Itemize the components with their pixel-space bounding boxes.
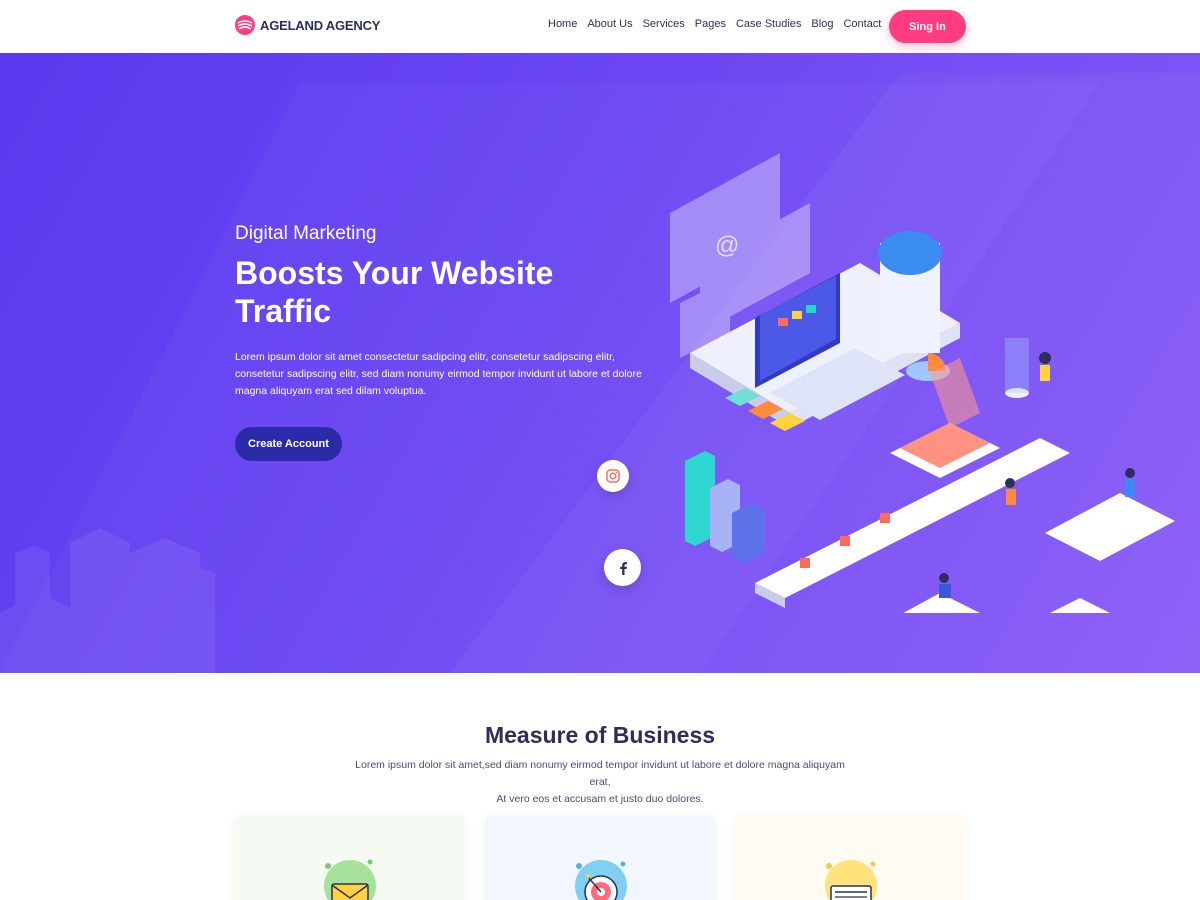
nav-home[interactable]: Home <box>548 18 577 30</box>
nav-contact[interactable]: Contact <box>843 18 881 30</box>
document-icon <box>825 860 877 900</box>
digital-marketing-illustration: @ <box>670 153 1175 613</box>
nav-blog[interactable]: Blog <box>811 18 833 30</box>
hero-section: Digital Marketing Boosts Your Website Tr… <box>0 53 1200 673</box>
section-title: Measure of Business <box>484 722 716 748</box>
hero-eyebrow: Digital Marketing <box>235 223 377 244</box>
target-icon <box>575 860 627 900</box>
instagram-link[interactable] <box>597 460 629 492</box>
signin-button[interactable]: Sing In <box>889 10 966 43</box>
brand-name: AGELAND AGENCY <box>260 17 381 33</box>
hero-headline: Boosts Your Website Traffic <box>235 255 554 329</box>
facebook-link[interactable] <box>604 549 641 586</box>
instagram-icon <box>606 469 620 483</box>
logo[interactable]: AGELAND AGENCY <box>234 12 380 38</box>
nav-pages[interactable]: Pages <box>695 18 726 30</box>
facebook-icon <box>619 561 627 575</box>
nav-services[interactable]: Services <box>643 18 685 30</box>
site-header: AGELAND AGENCY Home About Us Services Pa… <box>0 0 1200 53</box>
hero-description: Lorem ipsum dolor sit amet consectetur s… <box>235 351 642 397</box>
main-nav: Home About Us Services Pages Case Studie… <box>548 18 881 30</box>
feature-card-target[interactable] <box>485 816 716 900</box>
nav-case-studies[interactable]: Case Studies <box>736 18 801 30</box>
section-text-line-1: Lorem ipsum dolor sit amet,sed diam nonu… <box>355 759 845 788</box>
mail-icon <box>324 859 376 900</box>
svg-text:@: @ <box>715 232 739 259</box>
nav-about-us[interactable]: About Us <box>587 18 632 30</box>
section-description: Lorem ipsum dolor sit amet,sed diam nonu… <box>350 757 850 808</box>
feature-card-email[interactable] <box>234 816 465 900</box>
feature-card-document[interactable] <box>735 816 966 900</box>
create-account-button[interactable]: Create Account <box>235 427 342 461</box>
logo-icon <box>235 15 255 35</box>
section-text-line-2: At vero eos et accusam et justo duo dolo… <box>496 793 704 805</box>
